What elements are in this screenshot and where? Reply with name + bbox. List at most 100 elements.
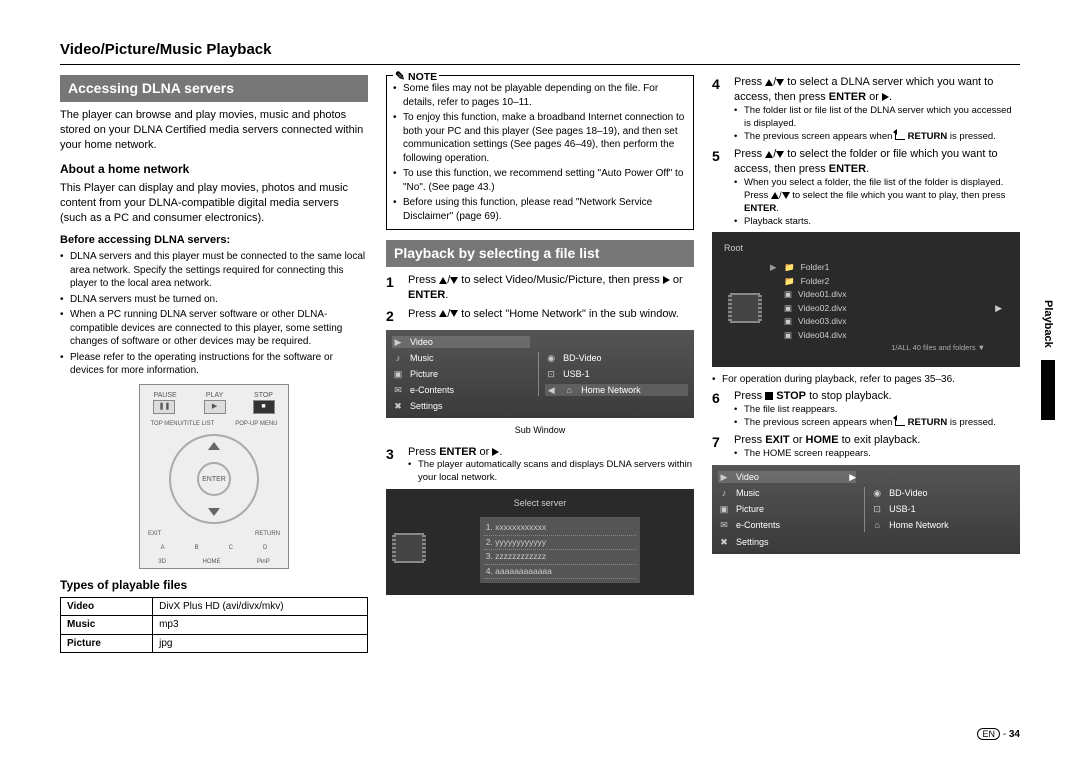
footer-lang: EN [977, 728, 1000, 740]
menu-item: e-Contents [736, 519, 780, 531]
list-item: Please refer to the operating instructio… [60, 351, 368, 378]
step-sub: The folder list or file list of the DLNA… [734, 105, 1020, 131]
columns: Accessing DLNA servers The player can br… [60, 75, 1020, 653]
list-item: DLNA servers must be turned on. [60, 293, 368, 307]
sub-window-caption: Sub Window [386, 424, 694, 436]
list-item: When a PC running DLNA server software o… [60, 308, 368, 349]
table-row: Picturejpg [61, 634, 368, 653]
menu-screen-2: ▶Video▶ ♪Music ▣Picture ✉e-Contents ✖Set… [712, 465, 1020, 554]
list-item: Video04.divx [798, 330, 847, 341]
film-icon [730, 293, 760, 323]
step-text: Press EXIT or HOME to exit playback. [734, 434, 920, 446]
remote-illustration: PAUSE❚❚ PLAY▶ STOP■ TOP MENU/TITLE LISTP… [139, 384, 289, 569]
section-heading-accessing: Accessing DLNA servers [60, 75, 368, 102]
list-item: Video03.divx [798, 316, 847, 327]
note-icon: ✎ [395, 69, 405, 83]
step-sub: The previous screen appears when RETURN … [734, 417, 1020, 430]
step-text: Press ENTER or . [408, 446, 502, 458]
intro-paragraph: The player can browse and play movies, m… [60, 108, 368, 153]
server-list: 1. xxxxxxxxxxxx 2. yyyyyyyyyyyy 3. zzzzz… [480, 517, 641, 583]
page-footer: EN - 34 [977, 728, 1020, 742]
menu-item: BD-Video [563, 352, 601, 364]
step-sub: Playback starts. [734, 216, 1020, 229]
step-sub: The HOME screen reappears. [734, 448, 1020, 461]
section-heading-playback: Playback by selecting a file list [386, 240, 694, 267]
menu-item: Picture [410, 368, 438, 380]
steps-col2-b: 3 Press ENTER or . The player automatica… [386, 445, 694, 485]
remote-dpad: ENTER [169, 434, 259, 524]
root-title: Root [720, 240, 1012, 256]
steps-col3-a: 4 Press / to select a DLNA server which … [712, 75, 1020, 228]
header-rule [60, 64, 1020, 65]
list-item: 1. xxxxxxxxxxxx [484, 521, 637, 535]
step-text: Press / to select "Home Network" in the … [408, 308, 679, 320]
file-list: ▶📁Folder1 📁Folder2 ▣Video01.divx ▣Video0… [770, 262, 985, 353]
playable-files-table: VideoDivX Plus HD (avi/divx/mkv) Musicmp… [60, 597, 368, 654]
step-sub: The previous screen appears when RETURN … [734, 131, 1020, 144]
list-item: 2. yyyyyyyyyyyy [484, 536, 637, 550]
list-item: Some files may not be playable depending… [393, 82, 687, 109]
step-sub: The file list reappears. [734, 404, 1020, 417]
note-box: ✎ NOTE Some files may not be playable de… [386, 75, 694, 230]
list-item: DLNA servers and this player must be con… [60, 250, 368, 291]
menu-item: Settings [410, 400, 443, 412]
before-list: DLNA servers and this player must be con… [60, 250, 368, 378]
menu-item: Music [410, 352, 434, 364]
file-count: 1/ALL 40 files and folders ▼ [770, 343, 985, 353]
menu-item: Home Network [581, 384, 641, 396]
note-list: Some files may not be playable depending… [393, 82, 687, 223]
remote-label-home: HOME [202, 558, 220, 566]
menu-item: USB-1 [563, 368, 590, 380]
select-server-screen: Select server 1. xxxxxxxxxxxx 2. yyyyyyy… [386, 489, 694, 595]
film-icon [394, 533, 424, 563]
step-sub: When you select a folder, the file list … [734, 177, 1020, 215]
page-edge-marker [1041, 360, 1055, 420]
root-screen: Root ▶📁Folder1 📁Folder2 ▣Video01.divx ▣V… [712, 232, 1020, 367]
steps-col2: 1Press / to select Video/Music/Picture, … [386, 273, 694, 326]
menu-screen-1: ▶Video ♪Music ▣Picture ✉e-Contents ✖Sett… [386, 330, 694, 419]
menu-item: Settings [736, 536, 769, 548]
step-text: Press / to select the folder or file whi… [734, 148, 998, 175]
list-item: Video02.divx [798, 303, 847, 314]
remote-label-return: RETURN [255, 530, 280, 538]
after-root-note: For operation during playback, refer to … [712, 373, 1020, 387]
side-tab: Playback [1040, 300, 1055, 348]
footer-page: 34 [1009, 729, 1020, 740]
menu-item: USB-1 [889, 503, 916, 515]
remote-label-popup: POP-UP MENU [235, 420, 277, 428]
list-item: For operation during playback, refer to … [712, 373, 1020, 387]
page-title: Video/Picture/Music Playback [60, 40, 1020, 60]
list-item: Folder1 [801, 262, 830, 273]
menu-item: Picture [736, 503, 764, 515]
step-text: Press STOP to stop playback. [734, 390, 892, 402]
column-3: 4 Press / to select a DLNA server which … [712, 75, 1020, 653]
column-1: Accessing DLNA servers The player can br… [60, 75, 368, 653]
remote-label-pause: PAUSE [153, 391, 176, 400]
remote-label-stop: STOP [253, 391, 275, 400]
remote-label-topmenu: TOP MENU/TITLE LIST [150, 420, 214, 428]
menu-item: e-Contents [410, 384, 454, 396]
before-heading: Before accessing DLNA servers: [60, 233, 368, 248]
list-item: 3. zzzzzzzzzzzz [484, 550, 637, 564]
remote-label-play: PLAY [204, 391, 226, 400]
list-item: To use this function, we recommend setti… [393, 167, 687, 194]
step-text: Press / to select Video/Music/Picture, t… [408, 274, 683, 301]
remote-label-exit: EXIT [148, 530, 161, 538]
menu-item: Video [736, 471, 759, 483]
about-heading: About a home network [60, 161, 368, 177]
column-2: ✎ NOTE Some files may not be playable de… [386, 75, 694, 653]
list-item: Video01.divx [798, 289, 847, 300]
list-item: 4. aaaaaaaaaaaa [484, 565, 637, 579]
menu-item: Video [410, 336, 433, 348]
list-item: Folder2 [801, 276, 830, 287]
types-heading: Types of playable files [60, 577, 368, 593]
steps-col3-b: 6 Press STOP to stop playback. The file … [712, 389, 1020, 461]
step-text: Press / to select a DLNA server which yo… [734, 76, 993, 103]
menu-item: BD-Video [889, 487, 927, 499]
list-item: To enjoy this function, make a broadband… [393, 111, 687, 165]
select-server-title: Select server [394, 497, 686, 509]
table-row: VideoDivX Plus HD (avi/divx/mkv) [61, 597, 368, 616]
menu-item: Music [736, 487, 760, 499]
about-paragraph: This Player can display and play movies,… [60, 181, 368, 226]
menu-item: Home Network [889, 519, 949, 531]
